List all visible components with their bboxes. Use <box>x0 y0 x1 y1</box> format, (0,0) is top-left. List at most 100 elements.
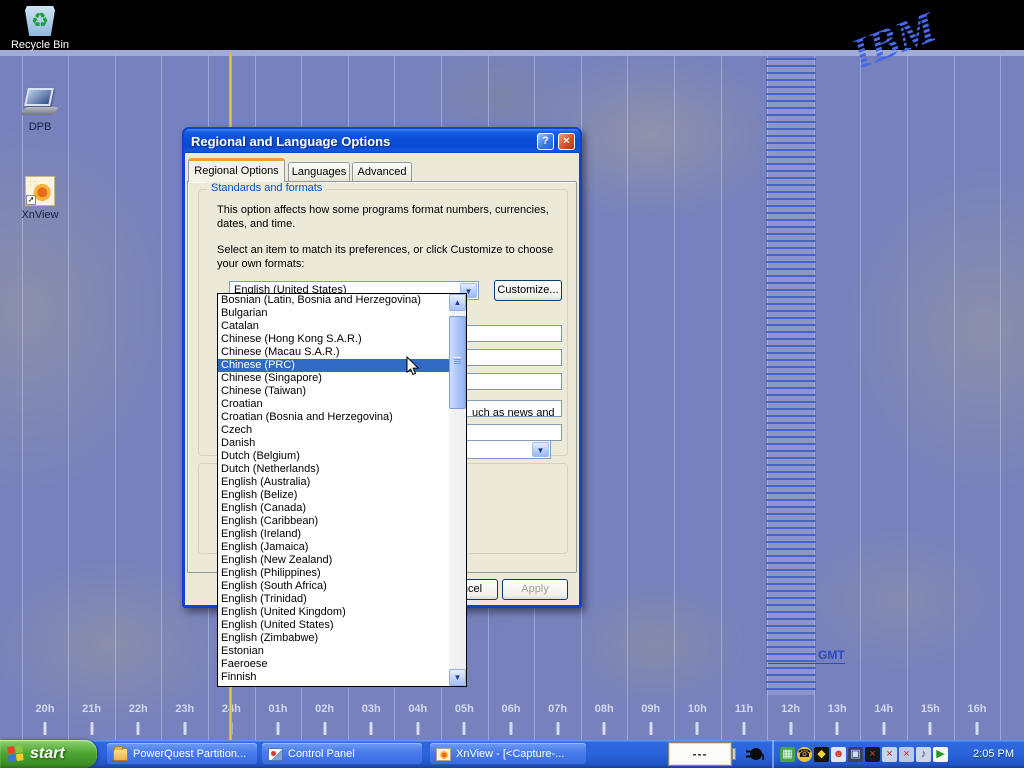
standards-instruction: Select an item to match its preferences,… <box>217 244 569 271</box>
shortcut-arrow-icon: ➚ <box>26 195 36 205</box>
date-ladder-graphic <box>766 58 816 695</box>
recycle-bin-desktop-icon[interactable]: ♻ Recycle Bin <box>2 6 78 51</box>
list-scrollbar[interactable]: ▲ ▼ <box>449 294 466 686</box>
timezone-tick <box>323 722 326 735</box>
timezone-line <box>68 55 69 740</box>
language-list-item[interactable]: Finnish <box>218 671 449 684</box>
svg-text:IBM: IBM <box>844 1 944 67</box>
volume-icon[interactable]: ♪ <box>916 747 931 762</box>
language-list-item[interactable]: Chinese (Taiwan) <box>218 385 449 398</box>
timezone-hour-label: 12h <box>781 703 800 715</box>
language-list-item[interactable]: Dutch (Netherlands) <box>218 463 449 476</box>
language-list-item[interactable]: English (Zimbabwe) <box>218 632 449 645</box>
icon-label: XnView <box>2 209 78 221</box>
language-list-item[interactable]: English (Belize) <box>218 489 449 502</box>
timezone-line <box>674 55 675 740</box>
dialog-title: Regional and Language Options <box>184 134 537 149</box>
tab-languages[interactable]: Languages <box>288 162 350 181</box>
dialog-titlebar[interactable]: Regional and Language Options ? × <box>184 129 580 153</box>
language-list-item[interactable]: Croatian <box>218 398 449 411</box>
timezone-hour-label: 02h <box>315 703 334 715</box>
safely-remove-hardware-icon[interactable]: ▦ <box>780 747 795 762</box>
timezone-hour-label: 03h <box>362 703 381 715</box>
timezone-hour-band: 20h21h22h23h24h01h02h03h04h05h06h07h08h0… <box>0 695 1024 740</box>
scheduler-icon[interactable]: ▶ <box>933 747 948 762</box>
taskbar-button-powerquest[interactable]: PowerQuest Partition... <box>107 743 257 765</box>
timezone-tick <box>44 722 47 735</box>
language-list-item[interactable]: Dutch (Belgium) <box>218 450 449 463</box>
taskbar-clock[interactable]: 2:05 PM <box>973 748 1014 760</box>
language-list-item[interactable]: Bulgarian <box>218 307 449 320</box>
timezone-line <box>907 55 908 740</box>
timezone-hour-label: 01h <box>269 703 288 715</box>
taskbar: start PowerQuest Partition... Control Pa… <box>0 740 1024 768</box>
dialer-icon[interactable]: ☎ <box>797 747 812 762</box>
language-list-item[interactable]: English (Australia) <box>218 476 449 489</box>
language-dropdown-list[interactable]: Bosnian (Latin, Bosnia and Herzegovina)B… <box>217 293 467 687</box>
timezone-hour-label: 08h <box>595 703 614 715</box>
wireless-disconnected-icon[interactable]: × <box>899 747 914 762</box>
mouse-cursor <box>406 356 420 376</box>
language-list-item[interactable]: Faeroese <box>218 658 449 671</box>
language-list-item[interactable]: English (Ireland) <box>218 528 449 541</box>
scrollbar-thumb[interactable] <box>449 316 466 409</box>
language-list-item[interactable]: Czech <box>218 424 449 437</box>
no-signal-icon[interactable]: × <box>865 747 880 762</box>
language-list-item[interactable]: English (Trinidad) <box>218 593 449 606</box>
ac-plug-icon <box>744 746 764 762</box>
battery-meter[interactable]: --- <box>668 742 732 766</box>
timezone-line <box>22 55 23 740</box>
language-list-item[interactable]: English (Philippines) <box>218 567 449 580</box>
timezone-hour-label: 06h <box>502 703 521 715</box>
language-list-item[interactable]: English (Canada) <box>218 502 449 515</box>
taskbar-button-control-panel[interactable]: Control Panel <box>262 743 422 765</box>
chevron-down-icon[interactable]: ▼ <box>532 442 549 457</box>
location-text-fragment: uch as news and <box>472 407 555 421</box>
language-list-item[interactable]: Danish <box>218 437 449 450</box>
language-list-item[interactable]: English (New Zealand) <box>218 554 449 567</box>
language-list-item[interactable]: Croatian (Bosnia and Herzegovina) <box>218 411 449 424</box>
tab-advanced[interactable]: Advanced <box>352 162 412 181</box>
xnview-icon: : : ➚ <box>25 176 55 206</box>
laptop-icon <box>22 86 58 118</box>
scroll-down-icon[interactable]: ▼ <box>449 669 466 686</box>
network-connections-icon[interactable]: ▣ <box>848 747 863 762</box>
network-disconnected-icon[interactable]: × <box>882 747 897 762</box>
customize-button[interactable]: Customize... <box>494 280 562 301</box>
language-list-item[interactable]: English (United States) <box>218 619 449 632</box>
timezone-hour-label: 15h <box>921 703 940 715</box>
language-list-item[interactable]: Estonian <box>218 645 449 658</box>
taskbar-button-xnview[interactable]: XnView - [<Capture-... <box>430 743 586 765</box>
desktop: GMT 20h21h22h23h24h01h02h03h04h05h06h07h… <box>0 0 1024 768</box>
timezone-tick <box>137 722 140 735</box>
timezone-hour-label: 22h <box>129 703 148 715</box>
dpb-desktop-icon[interactable]: DPB <box>2 86 78 133</box>
start-button[interactable]: start <box>0 740 97 768</box>
language-list-item[interactable]: English (United Kingdom) <box>218 606 449 619</box>
language-list-item[interactable]: English (Jamaica) <box>218 541 449 554</box>
power-meter-icon[interactable]: ◆ <box>814 747 829 762</box>
timezone-tick <box>463 722 466 735</box>
gmt-label: GMT <box>818 648 845 664</box>
offline-users-icon[interactable]: ☻ <box>831 747 846 762</box>
icon-label: DPB <box>2 121 78 133</box>
task-button-label: PowerQuest Partition... <box>133 748 246 760</box>
control-panel-icon <box>268 748 283 761</box>
gmt-meridian-line <box>768 663 818 664</box>
apply-button[interactable]: Apply <box>502 579 568 600</box>
language-list-item[interactable]: English (South Africa) <box>218 580 449 593</box>
timezone-tick <box>277 722 280 735</box>
xnview-desktop-icon[interactable]: : : ➚ XnView <box>2 176 78 221</box>
timezone-tick <box>696 722 699 735</box>
timezone-line <box>161 55 162 740</box>
language-list-item[interactable]: English (Caribbean) <box>218 515 449 528</box>
language-list-item[interactable]: Bosnian (Latin, Bosnia and Herzegovina) <box>218 294 449 307</box>
help-button[interactable]: ? <box>537 133 554 150</box>
scroll-up-icon[interactable]: ▲ <box>449 294 466 311</box>
language-list-item[interactable]: Catalan <box>218 320 449 333</box>
tab-regional-options[interactable]: Regional Options <box>188 158 285 182</box>
language-list-item[interactable]: Chinese (Hong Kong S.A.R.) <box>218 333 449 346</box>
system-tray: ▦☎◆☻▣×××♪▶ 2:05 PM <box>772 740 1024 768</box>
timezone-hour-label: 11h <box>735 703 753 715</box>
close-button[interactable]: × <box>558 133 575 150</box>
